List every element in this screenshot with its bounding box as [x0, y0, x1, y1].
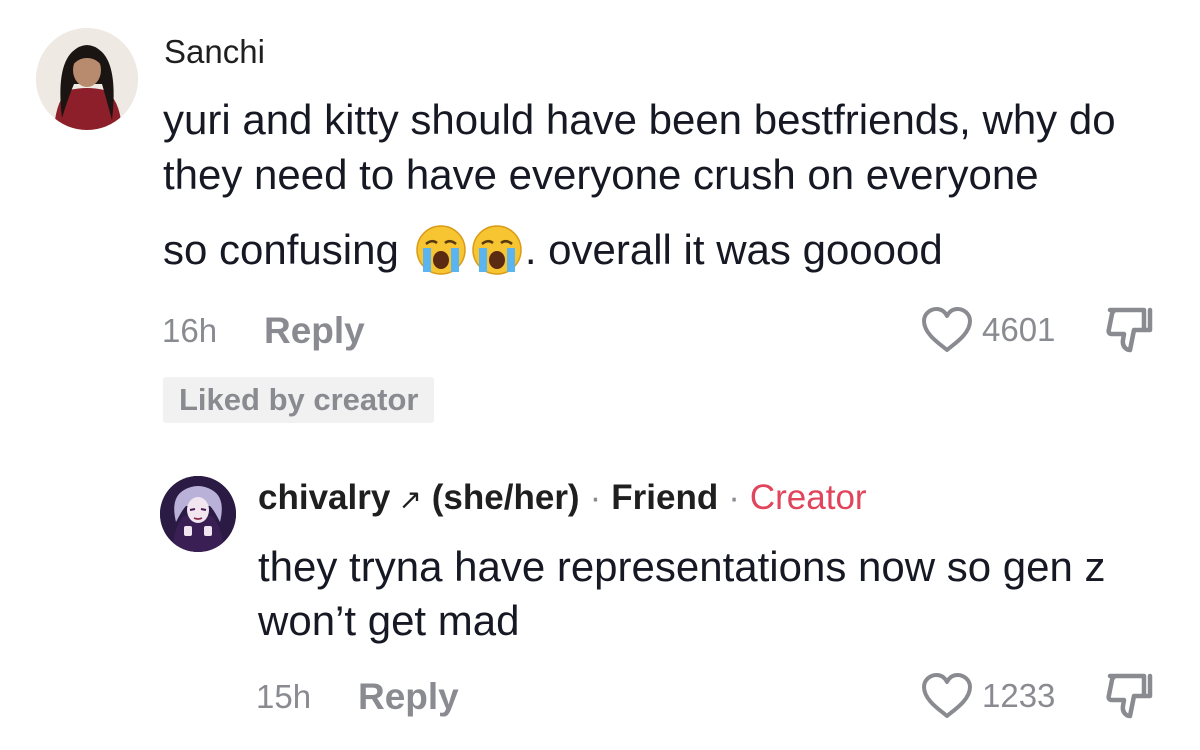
comment-text: yuri and kitty should have been bestfrie… — [163, 96, 1116, 198]
thumbs-down-icon — [1106, 673, 1153, 719]
arrow-up-right-icon: ↗ — [398, 484, 422, 515]
reply-header: chivalry ↗ (she/her) · Friend · Creator — [258, 478, 867, 518]
comment-text-line3: so confusing . overall it was gooood — [163, 222, 943, 277]
creator-tag: Creator — [749, 478, 867, 517]
separator-dot: · — [728, 478, 740, 517]
reply-like-count: 1233 — [982, 677, 1056, 714]
reply-dislike-button[interactable] — [1104, 672, 1156, 727]
comment-like-button[interactable]: 4601 — [920, 306, 1055, 354]
reply-text: they tryna have representations now so g… — [258, 543, 1106, 644]
crying-face-icon — [416, 224, 466, 275]
comment-timestamp: 16h — [162, 312, 218, 349]
crying-face-icon — [472, 224, 522, 275]
heart-icon — [922, 307, 972, 352]
thumbs-down-icon — [1106, 307, 1153, 353]
comment-text-suffix: . overall it was gooood — [524, 226, 943, 273]
reply-like-button[interactable]: 1233 — [920, 672, 1055, 720]
replier-pronouns: (she/her) — [431, 478, 580, 517]
commenter-username[interactable]: Sanchi — [164, 33, 265, 71]
comment-reply-button[interactable]: Reply — [264, 310, 365, 352]
commenter-avatar[interactable] — [36, 28, 138, 130]
heart-icon — [922, 673, 972, 718]
separator-dot: · — [589, 478, 602, 517]
replier-avatar[interactable] — [160, 476, 236, 552]
friend-tag: Friend — [611, 478, 719, 517]
replier-username[interactable]: chivalry — [258, 478, 390, 518]
reply-timestamp: 15h — [256, 678, 312, 715]
comment-dislike-button[interactable] — [1104, 306, 1156, 361]
reply-reply-button[interactable]: Reply — [358, 676, 459, 718]
liked-by-creator-badge: Liked by creator — [163, 377, 435, 423]
comment-text-prefix: so confusing — [163, 226, 399, 273]
comment-like-count: 4601 — [982, 311, 1056, 348]
